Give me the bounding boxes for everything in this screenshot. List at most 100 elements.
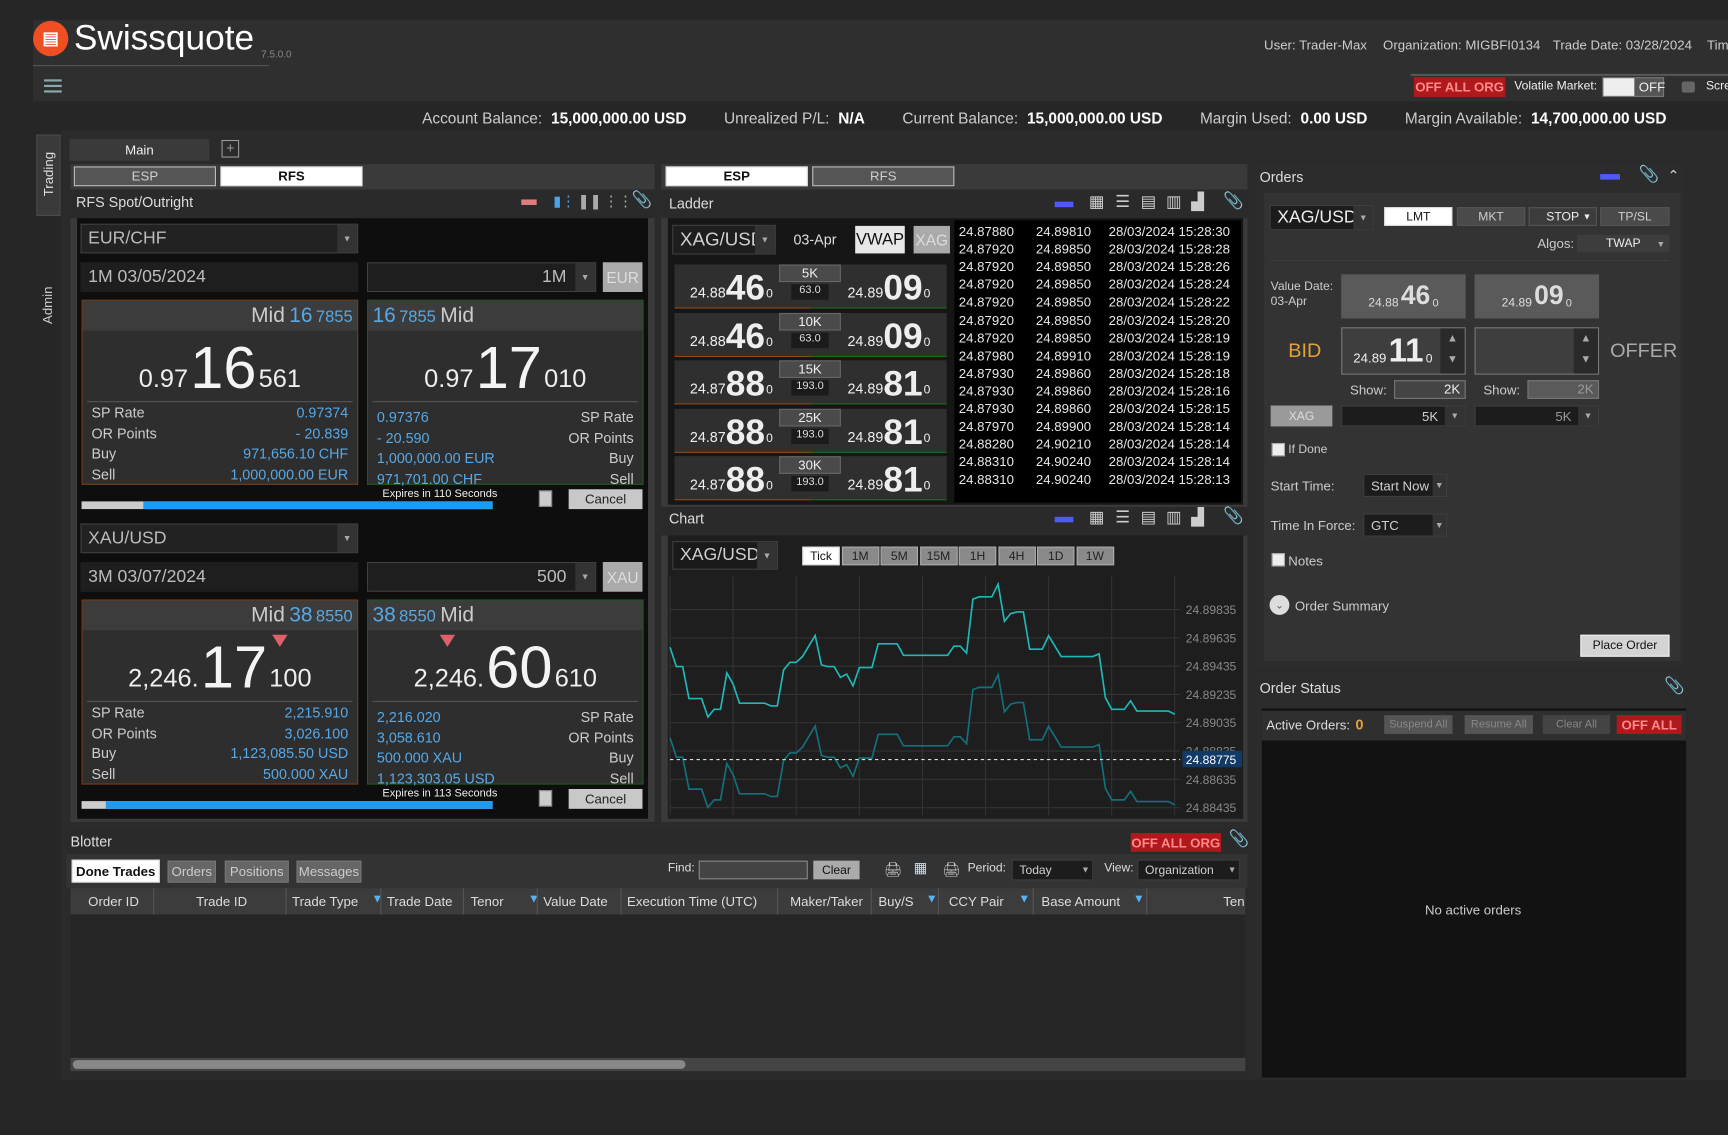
suspend-all-button[interactable]: Suspend All <box>1384 715 1453 734</box>
offer-price-input[interactable]: ▲ ▼ <box>1474 327 1600 375</box>
blotter-off-all-org-button[interactable]: OFF ALL ORG <box>1130 833 1222 852</box>
order-ccy-button[interactable]: XAG <box>1270 405 1333 427</box>
order-type-lmt[interactable]: LMT <box>1384 207 1453 226</box>
quote-price[interactable]: 2,246. 60 610 <box>368 634 642 698</box>
horizontal-scrollbar[interactable] <box>70 1057 1246 1072</box>
bid-rate-button[interactable]: 24.88 46 0 <box>1341 274 1466 319</box>
order-type-tpsl[interactable]: TP/SL <box>1600 207 1670 226</box>
ladder-bid-price[interactable]: 24.88 46 0 <box>690 270 773 305</box>
column-header-maker-taker[interactable]: Maker/Taker <box>790 888 863 914</box>
if-done-checkbox[interactable] <box>1271 442 1285 457</box>
rfs-amount-select[interactable]: 500 ▼ <box>366 561 597 592</box>
bid-amount-select[interactable]: 5K ▼ <box>1341 405 1466 427</box>
ladder-bid-price[interactable]: 24.87 88 0 <box>690 462 773 497</box>
quote-price[interactable]: 2,246. 17 100 <box>83 634 357 698</box>
attach-icon[interactable]: 📎 <box>1223 508 1244 525</box>
attach-icon[interactable]: 📎 <box>631 192 652 209</box>
blotter-tab-orders[interactable]: Orders <box>167 860 216 883</box>
bid-show-input[interactable]: 2K <box>1394 380 1466 399</box>
rfs-tenor-field[interactable]: 3M 03/07/2024 <box>80 561 359 592</box>
layout-list-icon[interactable]: ▮⋮ <box>553 193 575 209</box>
hamburger-menu-icon[interactable] <box>44 79 62 93</box>
spinner[interactable]: ▲ ▼ <box>1440 328 1465 374</box>
view-select[interactable]: Organization ▼ <box>1137 859 1240 881</box>
attach-icon[interactable]: 📎 <box>1223 193 1244 210</box>
cancel-button[interactable]: Cancel <box>568 489 643 510</box>
column-header-ten[interactable]: Ten <box>1223 888 1244 914</box>
rfs-bid-quote-card[interactable]: Mid 38 8550 2,246. 17 100 SP Rate 2,215.910 OR P… <box>81 599 359 785</box>
column-header-trade-date[interactable]: Trade Date <box>387 888 453 914</box>
algo-select[interactable]: TWAP ▼ <box>1577 234 1670 253</box>
ladder-bid-price[interactable]: 24.87 88 0 <box>690 414 773 449</box>
ladder-pair-select[interactable]: XAG/USD ▼ <box>672 224 776 255</box>
notes-checkbox[interactable] <box>1271 553 1285 567</box>
off-all-button[interactable]: OFF ALL <box>1616 715 1682 734</box>
clear-all-button[interactable]: Clear All <box>1542 715 1611 734</box>
color-tag-icon[interactable] <box>521 199 537 205</box>
column-header-value-date[interactable]: Value Date <box>543 888 607 914</box>
rfs-tenor-field[interactable]: 1M 03/05/2024 <box>80 262 359 293</box>
column-header-base-amount[interactable]: Base Amount <box>1041 888 1120 914</box>
color-tag-icon[interactable] <box>1054 201 1074 208</box>
rfs-panel-tab-esp[interactable]: ESP <box>73 166 216 187</box>
ladder-ask-price[interactable]: 24.89 81 0 <box>847 462 930 497</box>
print-preview-icon[interactable]: 🖨 <box>942 861 960 877</box>
period-select[interactable]: Today ▼ <box>1011 859 1094 881</box>
column-header-order-id[interactable]: Order ID <box>88 888 139 914</box>
grid-view-icon[interactable]: ▦ <box>1089 194 1105 211</box>
tif-select[interactable]: GTC ▼ <box>1363 513 1447 537</box>
screen-lock-label[interactable]: Scre <box>1706 79 1728 92</box>
resume-all-button[interactable]: Resume All <box>1464 715 1533 734</box>
ladder-bid-price[interactable]: 24.87 88 0 <box>690 366 773 401</box>
side-tab-trading[interactable]: Trading <box>36 134 61 216</box>
rfs-currency-button[interactable]: EUR <box>602 262 643 293</box>
blotter-tab-messages[interactable]: Messages <box>296 860 362 883</box>
bar-chart-icon[interactable]: ▟ <box>1191 509 1204 526</box>
find-clear-button[interactable]: Clear <box>813 860 860 880</box>
filter-icon[interactable]: ▼ <box>1018 893 1030 906</box>
quote-price[interactable]: 0.97 17 010 <box>368 334 642 398</box>
start-time-select[interactable]: Start Now ▼ <box>1363 473 1447 497</box>
offer-rate-button[interactable]: 24.89 09 0 <box>1474 274 1600 319</box>
column-header-trade-type[interactable]: Trade Type <box>292 888 358 914</box>
esp-panel-tab-rfs[interactable]: RFS <box>812 166 955 187</box>
find-input[interactable] <box>698 860 808 880</box>
offer-amount-select[interactable]: 5K ▼ <box>1474 405 1600 427</box>
ladder-ccy-button[interactable]: XAG <box>913 225 950 254</box>
attach-icon[interactable]: 📎 <box>1229 831 1250 848</box>
attach-icon[interactable]: 📎 <box>1664 678 1685 695</box>
vwap-button[interactable]: VWAP <box>855 225 905 254</box>
filter-icon[interactable]: ▼ <box>371 893 383 906</box>
color-tag-icon[interactable] <box>1054 516 1074 523</box>
rfs-amount-select[interactable]: 1M ▼ <box>366 262 597 293</box>
column-header-tenor[interactable]: Tenor <box>471 888 504 914</box>
filter-icon[interactable]: ▼ <box>926 893 938 906</box>
column-header-ccy-pair[interactable]: CCY Pair <box>949 888 1004 914</box>
esp-panel-tab-esp[interactable]: ESP <box>665 166 808 187</box>
order-pair-select[interactable]: XAG/USD ▼ <box>1269 204 1375 231</box>
ladder-ask-price[interactable]: 24.89 09 0 <box>847 318 930 353</box>
bar-chart-icon[interactable]: ▟ <box>1191 194 1204 211</box>
collapse-icon[interactable]: ⌃ <box>1667 168 1679 184</box>
ladder-ask-price[interactable]: 24.89 81 0 <box>847 366 930 401</box>
workspace-tab-main[interactable]: Main <box>69 138 210 161</box>
rfs-currency-button[interactable]: XAU <box>602 561 643 592</box>
split-view-icon[interactable]: ▤ <box>1141 194 1157 211</box>
off-all-org-button[interactable]: OFF ALL ORG <box>1413 77 1506 97</box>
place-order-button[interactable]: Place Order <box>1580 634 1670 657</box>
scrollbar-thumb[interactable] <box>72 1060 686 1069</box>
list-view-icon[interactable]: ☰ <box>1115 194 1130 211</box>
split-view-icon[interactable]: ▤ <box>1141 509 1157 526</box>
order-type-mkt[interactable]: MKT <box>1456 207 1526 226</box>
side-tab-admin[interactable]: Admin <box>36 278 60 335</box>
spinner[interactable]: ▲ ▼ <box>1573 328 1598 374</box>
layout-grid-icon[interactable]: ⋮⋮ <box>604 193 633 209</box>
list-view-icon[interactable]: ☰ <box>1115 509 1130 526</box>
column-header-execution-time-utc-[interactable]: Execution Time (UTC) <box>627 888 757 914</box>
expand-summary-icon[interactable]: ⌄ <box>1269 595 1290 615</box>
rfs-offer-quote-card[interactable]: 16 7855 Mid 0.97 17 010 0.97376 SP Rate - 20.590… <box>366 299 644 487</box>
lock-icon[interactable] <box>1681 81 1695 93</box>
filter-icon[interactable]: ▼ <box>1133 893 1145 906</box>
offer-show-input[interactable]: 2K <box>1527 380 1600 399</box>
order-type-stop[interactable]: STOP ▼ <box>1528 207 1597 226</box>
